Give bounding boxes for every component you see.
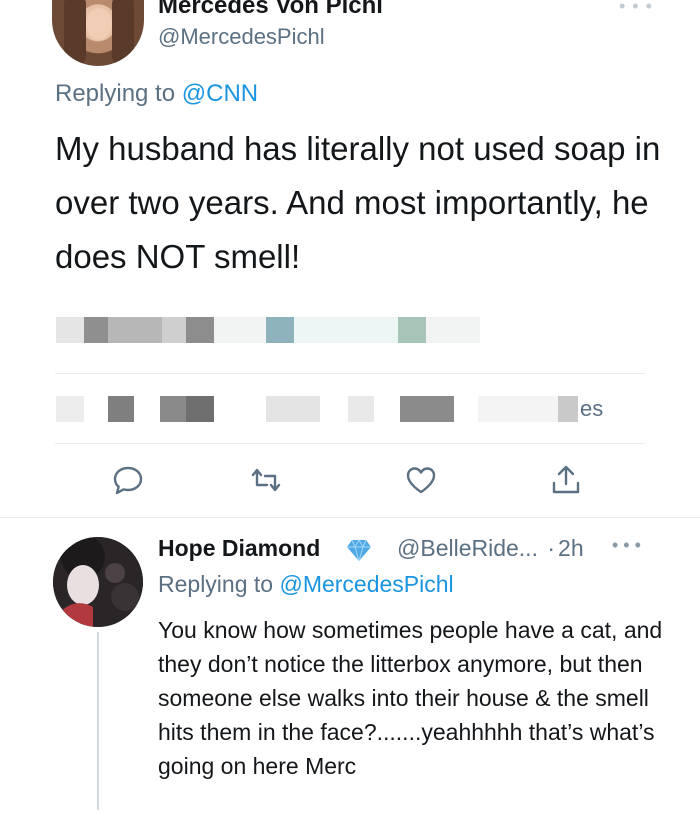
avatar[interactable] xyxy=(52,0,144,66)
blur-block xyxy=(348,396,374,422)
thread-line xyxy=(97,632,99,810)
blur-block xyxy=(400,396,454,422)
blur-block xyxy=(266,317,294,343)
ellipsis-icon[interactable]: • • • xyxy=(612,535,641,556)
replying-mention-link[interactable]: @MercedesPichl xyxy=(279,571,453,597)
display-name[interactable]: Mercedes Von Pichl xyxy=(158,0,383,20)
replying-to: Replying to @MercedesPichl xyxy=(158,571,454,598)
retweet-icon[interactable] xyxy=(249,463,283,497)
reply-icon[interactable] xyxy=(111,463,145,497)
blur-block xyxy=(56,317,84,343)
blur-block xyxy=(478,396,558,422)
avatar[interactable] xyxy=(53,537,143,627)
blur-block xyxy=(186,317,214,343)
blur-block xyxy=(160,396,186,422)
avatar-hair-right xyxy=(112,0,134,66)
tweet-separator xyxy=(0,517,700,518)
ellipsis-icon[interactable]: • • • xyxy=(619,0,653,17)
replying-prefix: Replying to xyxy=(55,80,176,107)
blur-block xyxy=(398,317,426,343)
replying-mention-link[interactable]: @CNN xyxy=(182,80,258,107)
diamond-icon xyxy=(346,538,372,562)
replying-prefix: Replying to xyxy=(158,571,274,597)
blur-block xyxy=(426,317,480,343)
reply-tweet: Hope Diamond @BelleRide... · 2h • • • Rep… xyxy=(0,520,700,820)
divider xyxy=(55,443,645,444)
main-tweet: Mercedes Von Pichl @MercedesPichl • • • … xyxy=(0,0,700,520)
separator: · xyxy=(547,535,556,561)
blur-block xyxy=(162,317,186,343)
avatar-face xyxy=(86,8,112,40)
handle[interactable]: @BelleRide... xyxy=(397,535,538,561)
like-icon[interactable] xyxy=(404,463,438,497)
handle[interactable]: @MercedesPichl xyxy=(158,24,325,50)
share-icon[interactable] xyxy=(549,463,583,497)
blur-block xyxy=(108,396,134,422)
blur-block xyxy=(294,317,398,343)
divider xyxy=(55,373,645,374)
display-name[interactable]: Hope Diamond xyxy=(158,535,320,562)
blur-block xyxy=(214,317,266,343)
blur-block xyxy=(84,317,108,343)
blur-block xyxy=(558,396,578,422)
blur-block xyxy=(108,317,162,343)
tweet-text: My husband has literally not used soap i… xyxy=(55,130,661,275)
stats-fragment: es xyxy=(580,396,604,421)
avatar-hair-left xyxy=(64,0,86,66)
reply-meta: @BelleRide... · 2h xyxy=(397,535,584,562)
reply-text: You know how sometimes people have a cat… xyxy=(158,617,663,779)
blur-block xyxy=(266,396,320,422)
replying-to: Replying to @CNN xyxy=(55,80,258,108)
blur-block xyxy=(186,396,214,422)
blur-block xyxy=(56,396,84,422)
timestamp[interactable]: 2h xyxy=(558,535,584,561)
